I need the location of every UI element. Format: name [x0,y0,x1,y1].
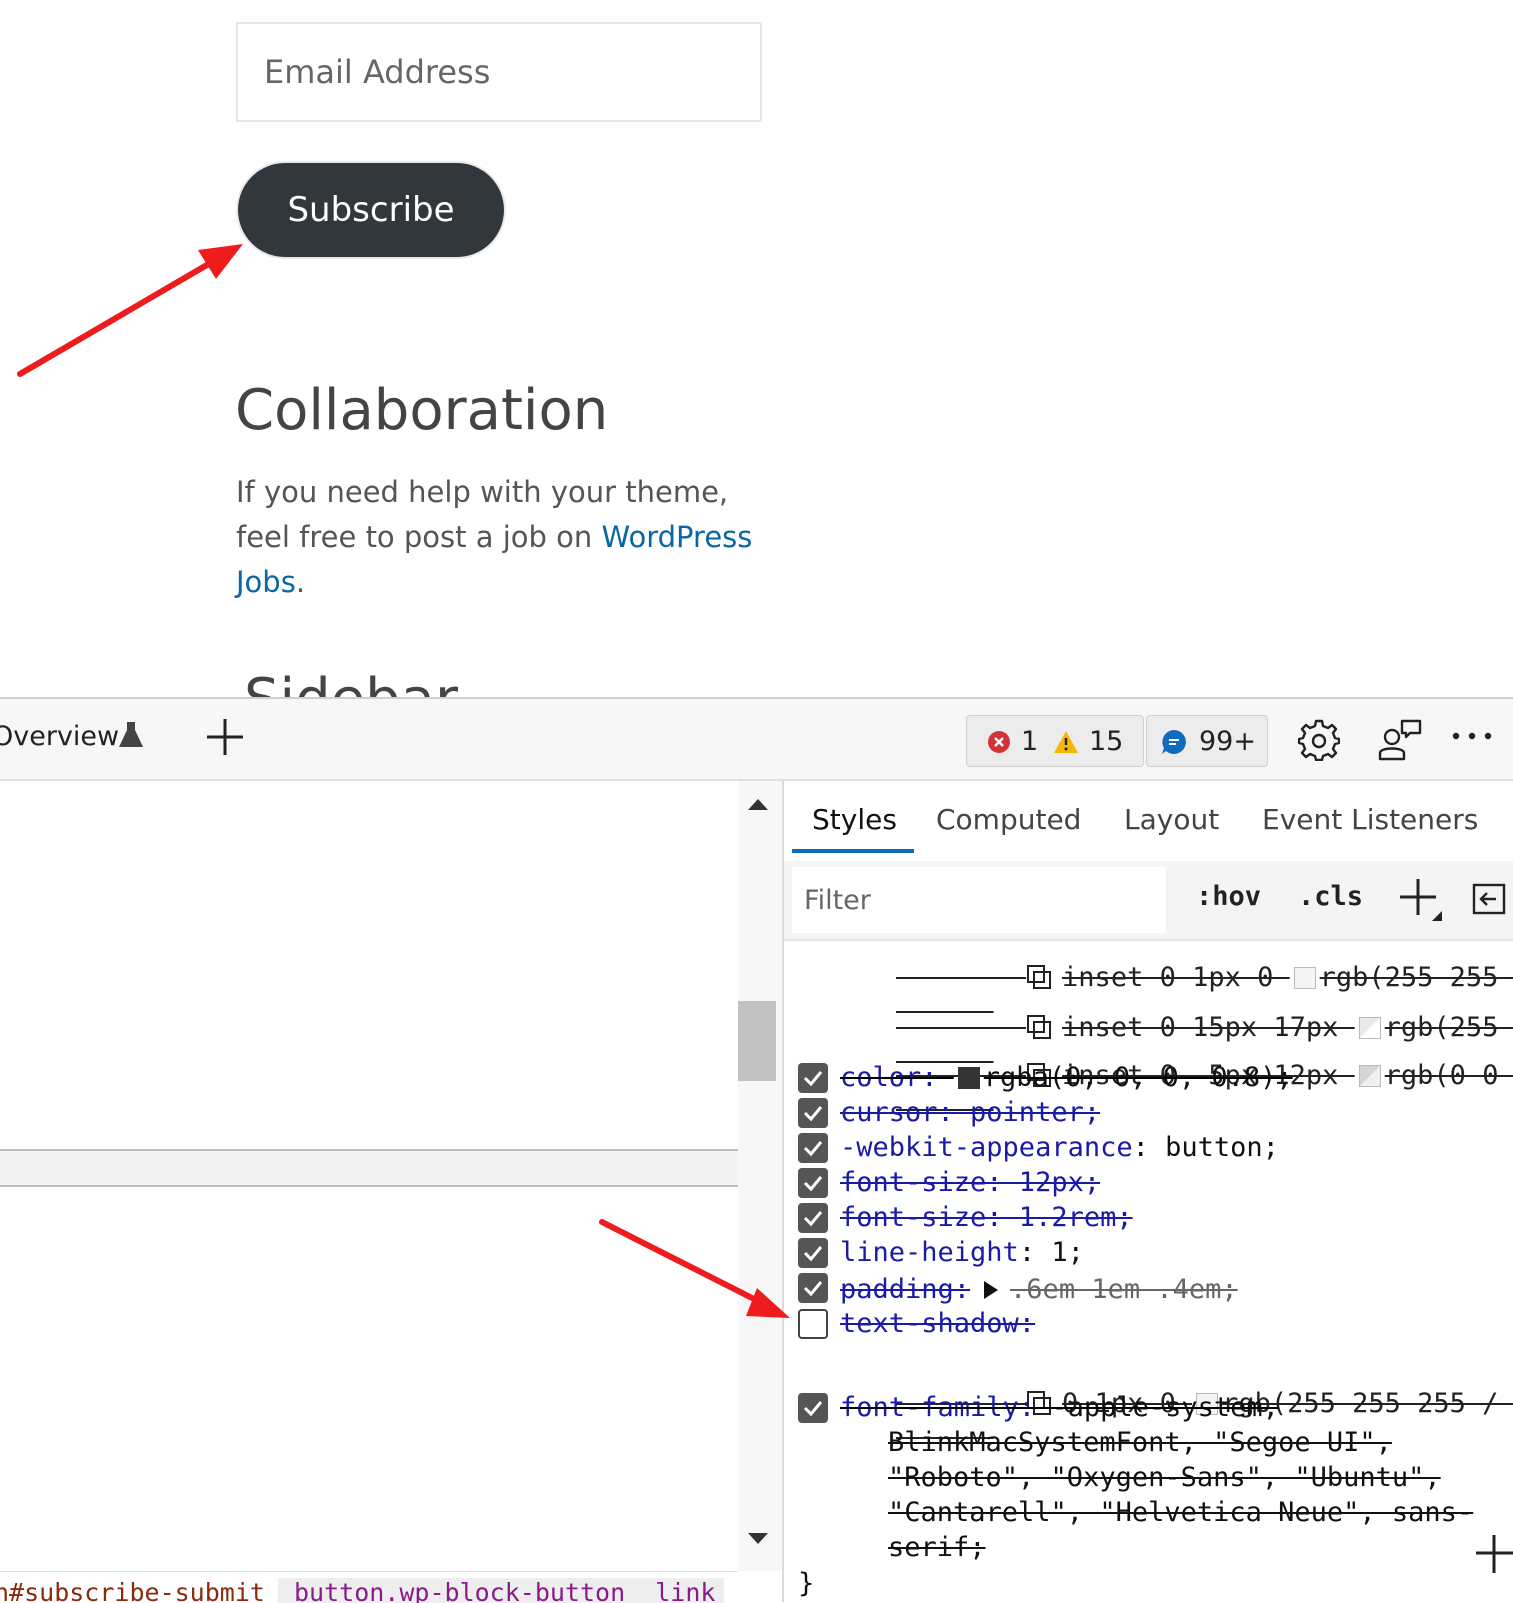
styles-filter-input[interactable] [792,867,1166,933]
new-style-rule-icon[interactable] [1396,875,1444,923]
web-page: Subscribe Collaboration If you need help… [0,0,1513,697]
feedback-people-icon[interactable] [1378,719,1422,761]
scroll-down-icon[interactable] [748,1533,768,1544]
add-tab-plus-icon[interactable] [205,717,245,757]
scrollbar-track[interactable] [738,781,782,1571]
more-options-icon[interactable] [1450,729,1494,743]
prop-cursor: cursor: pointer; [840,1097,1101,1128]
error-count: 1 [1021,726,1039,757]
tab-layout[interactable]: Layout [1124,803,1219,836]
breadcrumb-item-button[interactable]: button.wp-block-button__link [278,1578,724,1603]
checkbox-color[interactable] [798,1063,828,1093]
issues-badge[interactable]: 1 15 [966,715,1144,767]
checkbox-padding[interactable] [798,1273,828,1303]
elements-pane: n#subscribe-submit button.wp-block-butto… [0,781,782,1603]
breadcrumb-item-submit[interactable]: n#subscribe-submit [0,1578,265,1603]
checkbox-font-size-1[interactable] [798,1168,828,1198]
checkbox-font-family[interactable] [798,1393,828,1423]
font-family-value-line-5: serif; [888,1532,986,1563]
tab-styles[interactable]: Styles [812,803,897,836]
pane-splitter[interactable] [0,1149,738,1187]
error-icon [988,731,1010,753]
cls-toggle-button[interactable]: .cls [1298,881,1363,912]
color-swatch[interactable] [957,1067,980,1089]
styles-pane: Styles Computed Layout Event Listeners :… [782,781,1513,1602]
font-family-value-line-2: BlinkMacSystemFont, "Segoe UI", [888,1427,1392,1458]
prop-webkit-appearance: -webkit-appearance: button; [840,1132,1279,1163]
tab-event-listeners[interactable]: Event Listeners [1262,803,1478,836]
sidebar-heading-cut: Sidebar [244,672,458,698]
checkbox-line-height[interactable] [798,1238,828,1268]
checkbox-font-size-2[interactable] [798,1203,828,1233]
toggle-sidebar-icon[interactable] [1472,883,1506,915]
active-tab-indicator [792,849,914,853]
rule-close-brace: } [798,1568,815,1599]
breadcrumb: n#subscribe-submit button.wp-block-butto… [0,1571,738,1603]
font-family-value-line-3: "Roboto", "Oxygen-Sans", "Ubuntu", [888,1462,1441,1493]
scroll-up-icon[interactable] [748,799,768,810]
style-rules-list: inset 0 1px 0 rgb(255 255 255 / 50 inset… [784,941,1513,1602]
checkbox-webkit-appearance[interactable] [798,1133,828,1163]
styles-tabs: Styles Computed Layout Event Listeners [784,781,1513,857]
devtools-toolbar: Overview 1 15 99+ [0,699,1513,781]
messages-badge[interactable]: 99+ [1146,715,1268,767]
checkbox-text-shadow[interactable] [798,1309,828,1339]
prop-line-height: line-height: 1; [840,1237,1084,1268]
hov-toggle-button[interactable]: :hov [1196,881,1261,912]
prop-color: color: rgba(0, 0, 0, 0.8); [840,1062,1293,1093]
font-family-value-line-4: "Cantarell", "Helvetica Neue", sans- [888,1497,1474,1528]
email-field-wrapper [236,22,762,122]
prop-font-size-2: font-size: 1.2rem; [840,1202,1133,1233]
settings-gear-icon[interactable] [1298,719,1340,761]
prop-padding: padding: .6em 1em .4em; [840,1274,1238,1305]
expand-triangle-icon[interactable] [984,1281,999,1299]
collab-text-after: . [295,565,306,599]
subscribe-button[interactable]: Subscribe [238,163,504,257]
message-count: 99+ [1199,726,1256,757]
prop-font-size-1: font-size: 12px; [840,1167,1101,1198]
devtools-panel: Overview 1 15 99+ n#subscribe-submit but… [0,697,1513,1603]
tab-overview[interactable]: Overview [0,721,119,752]
color-swatch[interactable] [1358,1065,1381,1087]
prop-font-family: font-family: -apple-system, [840,1392,1279,1423]
prop-text-shadow: text-shadow: [840,1308,1036,1339]
collaboration-text: If you need help with your theme, feel f… [236,470,776,605]
flask-icon [119,722,143,747]
scrollbar-thumb[interactable] [738,1001,776,1081]
email-input[interactable] [238,24,760,120]
message-icon [1162,730,1186,754]
checkbox-cursor[interactable] [798,1098,828,1128]
tab-computed[interactable]: Computed [936,803,1081,836]
add-property-plus-icon[interactable] [1474,1533,1513,1573]
collaboration-heading: Collaboration [235,378,609,443]
warning-count: 15 [1089,726,1124,757]
warning-icon [1054,731,1078,753]
